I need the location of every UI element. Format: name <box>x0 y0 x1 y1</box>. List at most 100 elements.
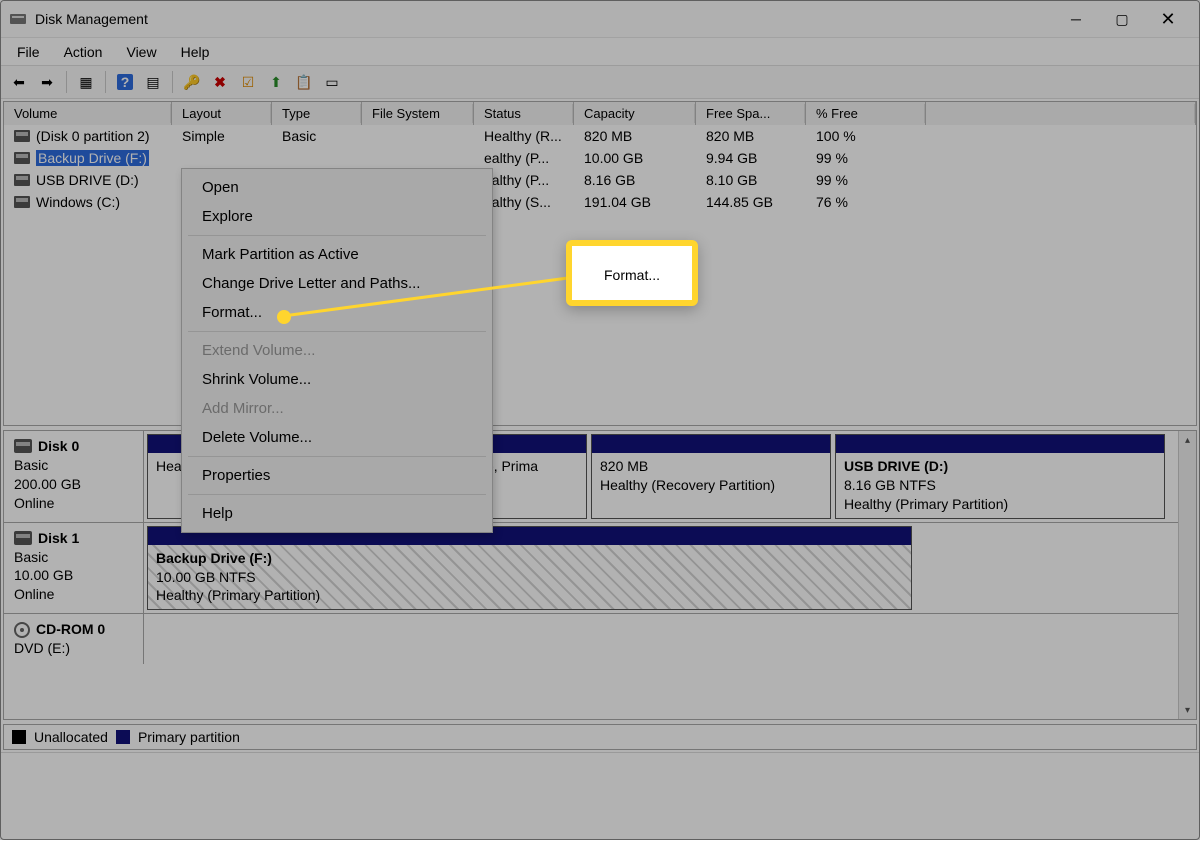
volume-pctfree: 76 % <box>806 192 926 212</box>
menu-item-shrink-volume[interactable]: Shrink Volume... <box>182 365 492 394</box>
show-hide-icon[interactable]: ▦ <box>74 70 98 94</box>
volume-name: (Disk 0 partition 2) <box>36 128 150 144</box>
cdrom-row: CD-ROM 0 DVD (E:) <box>4 614 1178 664</box>
drive-icon <box>14 174 30 186</box>
col-volume[interactable]: Volume <box>4 102 172 125</box>
hdd-icon <box>14 531 32 545</box>
volume-name: Windows (C:) <box>36 194 120 210</box>
window-title: Disk Management <box>35 11 148 27</box>
col-type[interactable]: Type <box>272 102 362 125</box>
menu-separator <box>188 235 486 236</box>
minimize-button[interactable]: ─ <box>1053 3 1099 35</box>
volume-pctfree: 99 % <box>806 170 926 190</box>
menu-item-open[interactable]: Open <box>182 173 492 202</box>
title-bar: Disk Management ─ ▢ ✕ <box>1 1 1199 37</box>
help-icon[interactable]: ? <box>113 70 137 94</box>
menu-view[interactable]: View <box>114 40 168 64</box>
volume-layout: Simple <box>172 126 272 146</box>
col-capacity[interactable]: Capacity <box>574 102 696 125</box>
menu-item-help[interactable]: Help <box>182 499 492 528</box>
status-bar <box>1 752 1199 776</box>
maximize-button[interactable]: ▢ <box>1099 3 1145 35</box>
options-icon[interactable]: 📋 <box>292 70 316 94</box>
col-layout[interactable]: Layout <box>172 102 272 125</box>
menu-separator <box>188 456 486 457</box>
legend: Unallocated Primary partition <box>3 724 1197 750</box>
volume-capacity: 10.00 GB <box>574 148 696 168</box>
callout-dot <box>277 310 291 324</box>
action-icon[interactable]: ⬆ <box>264 70 288 94</box>
disk-management-window: Disk Management ─ ▢ ✕ File Action View H… <box>0 0 1200 840</box>
volume-layout <box>172 148 272 168</box>
volume-row[interactable]: (Disk 0 partition 2) SimpleBasic Healthy (… <box>4 125 1196 147</box>
menu-item-mark-partition-as-active[interactable]: Mark Partition as Active <box>182 240 492 269</box>
hdd-icon <box>14 439 32 453</box>
volume-capacity: 191.04 GB <box>574 192 696 212</box>
callout-label: Format... <box>604 267 660 283</box>
disk1-label[interactable]: Disk 1 Basic 10.00 GB Online <box>4 523 144 614</box>
scroll-down-icon[interactable]: ▾ <box>1179 701 1196 719</box>
disk0-partition-recovery[interactable]: 820 MB Healthy (Recovery Partition) <box>591 434 831 519</box>
menu-bar: File Action View Help <box>1 37 1199 65</box>
menu-file[interactable]: File <box>5 40 52 64</box>
diskmap-scrollbar[interactable]: ▴ ▾ <box>1178 431 1196 719</box>
close-button[interactable]: ✕ <box>1145 3 1191 35</box>
callout-highlight: Format... <box>566 240 698 306</box>
volume-fs <box>362 126 474 146</box>
toolbar: ⬅ ➡ ▦ ? ▤ 🔑 ✖ ☑ ⬆ 📋 ▭ <box>1 65 1199 99</box>
menu-item-delete-volume[interactable]: Delete Volume... <box>182 423 492 452</box>
volume-fs <box>362 148 474 168</box>
menu-item-extend-volume: Extend Volume... <box>182 336 492 365</box>
menu-help[interactable]: Help <box>169 40 222 64</box>
drive-icon <box>14 152 30 164</box>
disk1-partition-backup[interactable]: Backup Drive (F:) 10.00 GB NTFS Healthy … <box>147 526 912 611</box>
col-status[interactable]: Status <box>474 102 574 125</box>
menu-item-explore[interactable]: Explore <box>182 202 492 231</box>
volume-free: 820 MB <box>696 126 806 146</box>
volume-pctfree: 100 % <box>806 126 926 146</box>
volume-name: Backup Drive (F:) <box>36 150 149 166</box>
scroll-up-icon[interactable]: ▴ <box>1179 431 1196 449</box>
volume-pctfree: 99 % <box>806 148 926 168</box>
menu-action[interactable]: Action <box>52 40 115 64</box>
check-icon[interactable]: ☑ <box>236 70 260 94</box>
menu-item-change-drive-letter-and-paths[interactable]: Change Drive Letter and Paths... <box>182 269 492 298</box>
legend-primary-label: Primary partition <box>138 729 240 745</box>
menu-item-format[interactable]: Format... <box>182 298 492 327</box>
legend-unallocated-swatch <box>12 730 26 744</box>
delete-icon[interactable]: ✖ <box>208 70 232 94</box>
cdrom-label[interactable]: CD-ROM 0 DVD (E:) <box>4 614 144 664</box>
volume-type: Basic <box>272 126 362 146</box>
menu-separator <box>188 494 486 495</box>
back-icon[interactable]: ⬅ <box>7 70 31 94</box>
col-filesystem[interactable]: File System <box>362 102 474 125</box>
col-free[interactable]: Free Spa... <box>696 102 806 125</box>
legend-primary-swatch <box>116 730 130 744</box>
volume-status: Healthy (R... <box>474 126 574 146</box>
menu-item-properties[interactable]: Properties <box>182 461 492 490</box>
disk0-label[interactable]: Disk 0 Basic 200.00 GB Online <box>4 431 144 522</box>
menu-item-add-mirror: Add Mirror... <box>182 394 492 423</box>
volume-free: 144.85 GB <box>696 192 806 212</box>
volume-free: 9.94 GB <box>696 148 806 168</box>
volume-row[interactable]: Backup Drive (F:) ealthy (P...10.00 GB9.9… <box>4 147 1196 169</box>
volume-free: 8.10 GB <box>696 170 806 190</box>
volume-capacity: 8.16 GB <box>574 170 696 190</box>
app-icon <box>9 10 27 28</box>
volume-status: ealthy (P... <box>474 148 574 168</box>
drive-icon <box>14 196 30 208</box>
volume-context-menu: OpenExplore Mark Partition as ActiveChang… <box>181 168 493 533</box>
volume-capacity: 820 MB <box>574 126 696 146</box>
refresh-icon[interactable]: 🔑 <box>180 70 204 94</box>
cd-icon <box>14 622 30 638</box>
list-icon[interactable]: ▭ <box>320 70 344 94</box>
disk1-row: Disk 1 Basic 10.00 GB Online Backup Driv… <box>4 523 1178 615</box>
volume-list-header: Volume Layout Type File System Status Ca… <box>4 102 1196 125</box>
menu-separator <box>188 331 486 332</box>
volume-type <box>272 148 362 168</box>
col-pctfree[interactable]: % Free <box>806 102 926 125</box>
forward-icon[interactable]: ➡ <box>35 70 59 94</box>
settings-icon[interactable]: ▤ <box>141 70 165 94</box>
drive-icon <box>14 130 30 142</box>
disk0-partition-usb[interactable]: USB DRIVE (D:) 8.16 GB NTFS Healthy (Pri… <box>835 434 1165 519</box>
